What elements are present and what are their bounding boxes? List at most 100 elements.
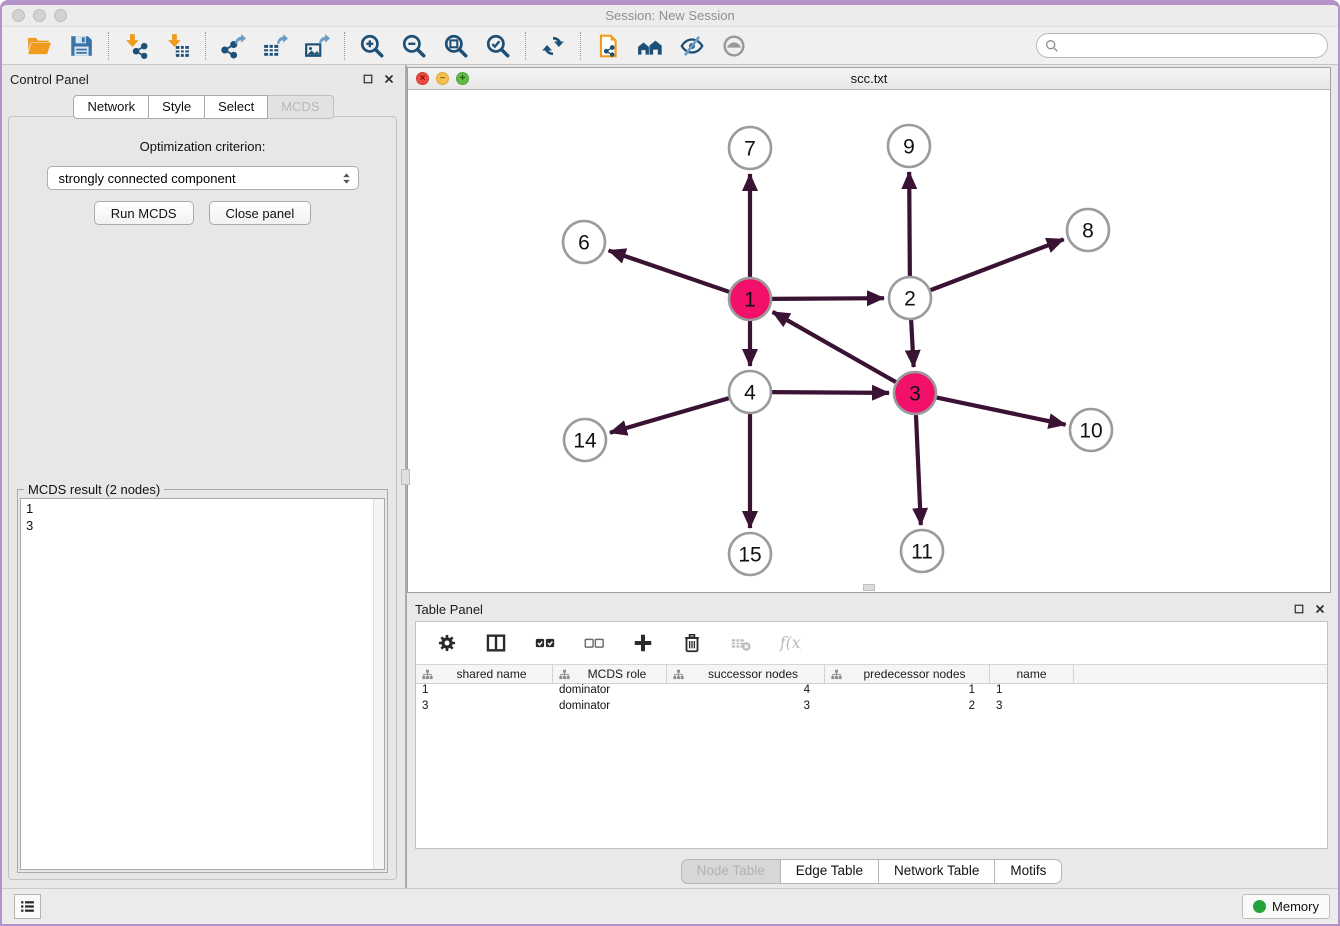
tab-mcds[interactable]: MCDS	[268, 95, 333, 119]
column-header-shared-name[interactable]: shared name	[416, 665, 553, 683]
export-table-icon[interactable]	[260, 31, 290, 61]
svg-text:15: 15	[738, 544, 761, 567]
zoom-out-icon[interactable]	[399, 31, 429, 61]
node-6[interactable]: 6	[563, 221, 605, 263]
optimization-criterion-dropdown[interactable]: strongly connected component	[47, 166, 359, 190]
node-4[interactable]: 4	[729, 371, 771, 413]
zoom-selected-icon[interactable]	[483, 31, 513, 61]
select-all-columns-icon[interactable]	[530, 628, 560, 658]
run-mcds-button[interactable]: Run MCDS	[94, 201, 194, 225]
splitter-grip[interactable]	[401, 469, 410, 485]
titlebar: Session: New Session	[2, 5, 1338, 26]
network-canvas[interactable]: 7 9 6 8 1 2 4 3 14 10 15 11	[408, 90, 1330, 592]
deselect-all-columns-icon[interactable]	[579, 628, 609, 658]
table-settings-icon[interactable]	[432, 628, 462, 658]
hide-details-icon[interactable]	[677, 31, 707, 61]
split-panel-icon[interactable]	[481, 628, 511, 658]
window-title: Session: New Session	[2, 8, 1338, 23]
network-window-titlebar: × − + scc.txt	[408, 68, 1330, 90]
export-network-icon[interactable]	[218, 31, 248, 61]
network-from-selection-icon[interactable]	[593, 31, 623, 61]
cell-successor-nodes[interactable]: 3	[667, 700, 825, 716]
column-header-name[interactable]: name	[990, 665, 1074, 683]
mcds-result-text[interactable]: 13	[20, 498, 385, 870]
cell-MCDS-role[interactable]: dominator	[553, 700, 667, 716]
import-network-icon[interactable]	[121, 31, 151, 61]
zoom-in-icon[interactable]	[357, 31, 387, 61]
task-history-button[interactable]	[14, 894, 41, 919]
edge-3-11[interactable]	[916, 414, 921, 525]
node-11[interactable]: 11	[901, 530, 943, 572]
memory-status-dot	[1253, 900, 1266, 913]
edge-1-2[interactable]	[771, 298, 884, 299]
table-row[interactable]: 3dominator323	[416, 700, 1327, 716]
delete-column-icon[interactable]	[677, 628, 707, 658]
tab-network-table[interactable]: Network Table	[879, 859, 995, 884]
node-10[interactable]: 10	[1070, 409, 1112, 451]
edge-2-8[interactable]	[930, 239, 1064, 290]
edge-2-3[interactable]	[911, 319, 914, 367]
edge-3-10[interactable]	[936, 397, 1066, 424]
close-panel-button[interactable]: Close panel	[209, 201, 312, 225]
tab-network[interactable]: Network	[73, 95, 149, 119]
save-session-icon[interactable]	[66, 31, 96, 61]
float-table-panel-icon[interactable]	[1293, 603, 1305, 615]
node-3[interactable]: 3	[894, 372, 936, 414]
network-graph[interactable]: 7 9 6 8 1 2 4 3 14 10 15 11	[408, 90, 1330, 592]
search-input[interactable]	[1064, 38, 1319, 54]
mcds-result-value: 3	[26, 517, 379, 534]
import-table-icon[interactable]	[163, 31, 193, 61]
cell-predecessor-nodes[interactable]: 2	[825, 700, 990, 716]
table-header-row: shared nameMCDS rolesuccessor nodesprede…	[416, 664, 1327, 684]
memory-button[interactable]: Memory	[1242, 894, 1330, 919]
dropdown-value: strongly connected component	[59, 171, 339, 186]
svg-text:3: 3	[909, 383, 921, 406]
cell-name[interactable]: 3	[990, 700, 1074, 716]
cell-shared-name[interactable]: 3	[416, 700, 553, 716]
column-header-MCDS-role[interactable]: MCDS role	[553, 665, 667, 683]
home-icon[interactable]	[635, 31, 665, 61]
zoom-fit-icon[interactable]	[441, 31, 471, 61]
cell-predecessor-nodes[interactable]: 1	[825, 684, 990, 700]
edge-4-3[interactable]	[771, 392, 889, 393]
node-14[interactable]: 14	[564, 419, 606, 461]
node-15[interactable]: 15	[729, 533, 771, 575]
edge-1-6[interactable]	[609, 250, 731, 292]
cell-name[interactable]: 1	[990, 684, 1074, 700]
open-folder-icon[interactable]	[24, 31, 54, 61]
search-field[interactable]	[1036, 33, 1328, 58]
cell-MCDS-role[interactable]: dominator	[553, 684, 667, 700]
close-table-panel-icon[interactable]	[1314, 603, 1326, 615]
mcds-result-value: 1	[26, 500, 379, 517]
edge-4-14[interactable]	[610, 398, 730, 433]
column-header-predecessor-nodes[interactable]: predecessor nodes	[825, 665, 990, 683]
cell-successor-nodes[interactable]: 4	[667, 684, 825, 700]
table-panel-title: Table Panel	[415, 602, 483, 617]
column-header-successor-nodes[interactable]: successor nodes	[667, 665, 825, 683]
mcds-result-legend: MCDS result (2 nodes)	[24, 482, 164, 497]
tab-select[interactable]: Select	[205, 95, 268, 119]
tab-edge-table[interactable]: Edge Table	[781, 859, 879, 884]
network-resize-grip[interactable]	[863, 584, 875, 591]
result-scrollbar[interactable]	[373, 499, 384, 869]
node-2[interactable]: 2	[889, 277, 931, 319]
refresh-icon[interactable]	[538, 31, 568, 61]
control-panel-tabs: NetworkStyleSelectMCDS	[2, 95, 405, 119]
node-8[interactable]: 8	[1067, 209, 1109, 251]
edge-3-1[interactable]	[773, 312, 897, 383]
float-panel-icon[interactable]	[362, 73, 374, 85]
node-7[interactable]: 7	[729, 127, 771, 169]
tab-motifs[interactable]: Motifs	[995, 859, 1062, 884]
edge-2-9[interactable]	[909, 172, 910, 277]
tab-node-table[interactable]: Node Table	[681, 859, 781, 884]
table-row[interactable]: 1dominator411	[416, 684, 1327, 700]
optimization-criterion-label: Optimization criterion:	[9, 139, 396, 154]
node-1[interactable]: 1	[729, 278, 771, 320]
cell-shared-name[interactable]: 1	[416, 684, 553, 700]
node-9[interactable]: 9	[888, 125, 930, 167]
column-type-icon	[831, 669, 842, 680]
export-image-icon[interactable]	[302, 31, 332, 61]
add-column-icon[interactable]	[628, 628, 658, 658]
tab-style[interactable]: Style	[149, 95, 205, 119]
close-panel-icon[interactable]	[383, 73, 395, 85]
